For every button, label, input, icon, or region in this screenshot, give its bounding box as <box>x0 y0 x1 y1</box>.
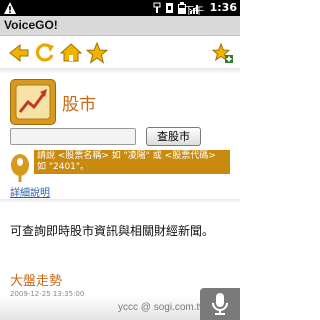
stock-chart-icon <box>10 79 56 125</box>
stock-search-input[interactable] <box>10 128 136 145</box>
description-text: 可查詢即時股市資訊與相關財經新聞。 <box>10 224 215 238</box>
home-icon[interactable] <box>60 42 82 64</box>
market-trend-title[interactable]: 大盤走勢 <box>10 270 62 289</box>
watermark: yccc @ sogi.com.tw <box>118 302 207 313</box>
toolbar-divider <box>0 68 240 74</box>
usb-icon <box>153 2 161 13</box>
app-title: VoiceGO! <box>4 18 58 32</box>
voice-hint-icon <box>11 154 29 182</box>
status-time: 1:36 <box>209 1 237 14</box>
microphone-icon <box>212 293 228 315</box>
refresh-icon[interactable] <box>34 42 56 64</box>
star-icon[interactable] <box>86 42 108 64</box>
search-stock-button[interactable]: 查股市 <box>146 127 201 146</box>
voice-input-button[interactable] <box>200 288 240 320</box>
back-icon[interactable] <box>8 42 30 64</box>
status-bar: 下午 1:36 <box>0 0 240 17</box>
voice-hint-text: 請說 <股票名稱> 如 "凌陽" 或 <股票代碼> 如 "2401"。 <box>34 150 230 174</box>
page-title: 股市 <box>62 95 96 115</box>
status-ampm: 下午 <box>184 6 204 17</box>
toolbar <box>0 36 240 70</box>
bookmark-add-icon[interactable] <box>212 42 234 64</box>
detail-link[interactable]: 詳細說明 <box>10 184 50 199</box>
title-bar: VoiceGO! <box>0 16 240 36</box>
warning-icon <box>4 2 16 14</box>
sim-icon <box>166 3 173 13</box>
section-divider <box>0 199 240 203</box>
